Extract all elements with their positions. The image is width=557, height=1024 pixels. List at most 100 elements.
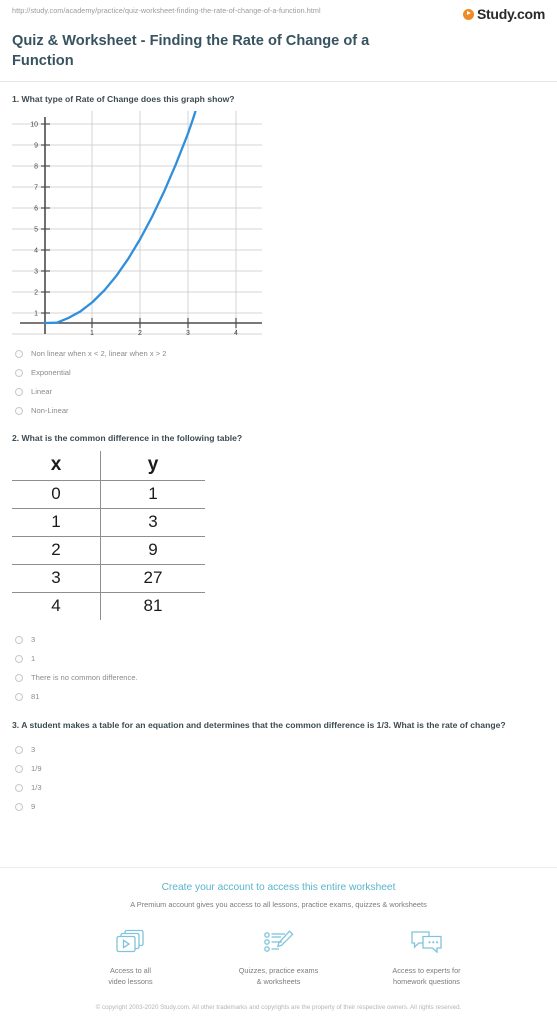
option-label: 3 [31, 744, 36, 754]
page-title: Quiz & Worksheet - Finding the Rate of C… [12, 33, 370, 69]
question-2-options: 3 1 There is no common difference. 81 [12, 630, 545, 706]
page-url: http://study.com/academy/practice/quiz-w… [12, 6, 321, 15]
curve-series [43, 109, 197, 325]
cell-y: 1 [100, 480, 205, 509]
perk-label-line2: video lessons [108, 976, 153, 986]
y-tick-7: 7 [34, 185, 38, 192]
cell-x: 4 [12, 592, 101, 620]
study-logo: Study.com [462, 6, 545, 22]
checklist-pencil-icon [224, 926, 334, 960]
option-2-3[interactable]: There is no common difference. [12, 668, 545, 687]
perk-video-lessons: Access to all video lessons [76, 926, 186, 987]
option-label: 9 [31, 801, 36, 811]
cell-y: 81 [143, 596, 163, 615]
y-tick-10: 10 [30, 122, 38, 129]
brand-name: Study.com [476, 6, 545, 22]
option-label: There is no common difference. [31, 672, 138, 682]
option-label: 1/3 [31, 782, 42, 792]
option-3-2[interactable]: 1/9 [12, 759, 545, 778]
cell-y: 27 [100, 564, 205, 593]
option-1-4[interactable]: Non-Linear [12, 401, 545, 420]
question-1-text: 1. What type of Rate of Change does this… [12, 94, 235, 104]
chat-bubbles-icon [372, 926, 482, 960]
question-3-text: 3. A student makes a table for an equati… [12, 720, 506, 730]
option-1-3[interactable]: Linear [12, 382, 545, 401]
table-row: 2 9 [12, 536, 205, 565]
radio-icon[interactable] [15, 802, 23, 811]
perks-list: Access to all video lessons Quizzes, pra… [0, 926, 557, 987]
table-row: 3 27 [12, 564, 205, 593]
question-1-graph: 10 9 8 7 6 5 4 3 2 1 1 2 3 4 [12, 109, 270, 337]
footer-title: Create your account to access this entir… [161, 881, 396, 893]
cell-y: 3 [100, 508, 205, 537]
x-tick-4: 4 [234, 330, 238, 336]
option-3-3[interactable]: 1/3 [12, 778, 545, 797]
option-label: 1/9 [31, 763, 42, 773]
option-2-4[interactable]: 81 [12, 687, 545, 706]
play-circle-icon [462, 8, 474, 20]
radio-icon[interactable] [15, 654, 23, 663]
y-tick-3: 3 [34, 269, 38, 276]
option-3-4[interactable]: 9 [12, 797, 545, 816]
option-2-1[interactable]: 3 [12, 630, 545, 649]
option-3-1[interactable]: 3 [12, 740, 545, 759]
radio-icon[interactable] [15, 387, 23, 396]
option-2-2[interactable]: 1 [12, 649, 545, 668]
cell-x: 0 [12, 480, 101, 509]
option-label: Non linear when x < 2, linear when x > 2 [31, 348, 167, 358]
radio-icon[interactable] [15, 406, 23, 415]
table-row: 0 1 [12, 480, 205, 509]
copyright-text: © copyright 2003-2020 Study.com. All oth… [95, 1003, 462, 1011]
perk-label-line1: Access to experts for [392, 965, 461, 975]
radio-icon[interactable] [15, 673, 23, 682]
y-tick-8: 8 [34, 164, 38, 171]
table-header-row: x y [12, 451, 205, 481]
radio-icon[interactable] [15, 635, 23, 644]
perk-quizzes: Quizzes, practice exams & worksheets [224, 926, 334, 987]
table-header-x: x [12, 451, 101, 481]
y-tick-5: 5 [34, 227, 38, 234]
cell-x: 2 [12, 536, 101, 565]
radio-icon[interactable] [15, 783, 23, 792]
perk-label-line2: homework questions [393, 976, 460, 986]
radio-icon[interactable] [15, 764, 23, 773]
radio-icon[interactable] [15, 349, 23, 358]
radio-icon[interactable] [15, 692, 23, 701]
perk-label-line2: & worksheets [256, 976, 301, 986]
xy-value-table: x y 0 1 1 3 2 9 3 27 4 81 [12, 451, 205, 620]
table-header-y: y [100, 451, 205, 481]
print-header: http://study.com/academy/practice/quiz-w… [0, 0, 557, 22]
radio-icon[interactable] [15, 745, 23, 754]
question-2-block: 2. What is the common difference in the … [0, 420, 557, 706]
video-cards-icon [76, 926, 186, 960]
cell-x: 1 [12, 508, 101, 537]
upsell-footer: Create your account to access this entir… [0, 866, 557, 1024]
table-row: 1 3 [12, 508, 205, 537]
worksheet-page: http://study.com/academy/practice/quiz-w… [0, 0, 557, 1024]
y-tick-9: 9 [34, 143, 38, 150]
cell-x: 3 [12, 564, 101, 593]
perk-experts: Access to experts for homework questions [372, 926, 482, 987]
title-section: Quiz & Worksheet - Finding the Rate of C… [0, 22, 557, 82]
table-row: 4 81 [12, 592, 205, 620]
cell-y: 9 [100, 536, 205, 565]
radio-icon[interactable] [15, 368, 23, 377]
y-tick-1: 1 [34, 311, 38, 318]
option-label: Exponential [31, 367, 71, 377]
y-tick-4: 4 [34, 248, 38, 255]
option-label: 3 [31, 634, 36, 644]
x-tick-3: 3 [186, 330, 190, 336]
option-label: 81 [31, 691, 40, 701]
footer-subtitle: A Premium account gives you access to al… [130, 899, 427, 909]
option-label: 1 [31, 653, 36, 663]
question-3-options: 3 1/9 1/3 9 [12, 740, 545, 816]
option-1-1[interactable]: Non linear when x < 2, linear when x > 2 [12, 344, 545, 363]
x-tick-2: 2 [138, 330, 142, 336]
y-tick-6: 6 [34, 206, 38, 213]
option-1-2[interactable]: Exponential [12, 363, 545, 382]
rate-of-change-chart: 10 9 8 7 6 5 4 3 2 1 1 2 3 4 [12, 109, 262, 337]
y-tick-2: 2 [34, 290, 38, 297]
option-label: Linear [31, 386, 53, 396]
question-2-text: 2. What is the common difference in the … [12, 433, 243, 443]
perk-label-line1: Quizzes, practice exams [238, 965, 319, 975]
